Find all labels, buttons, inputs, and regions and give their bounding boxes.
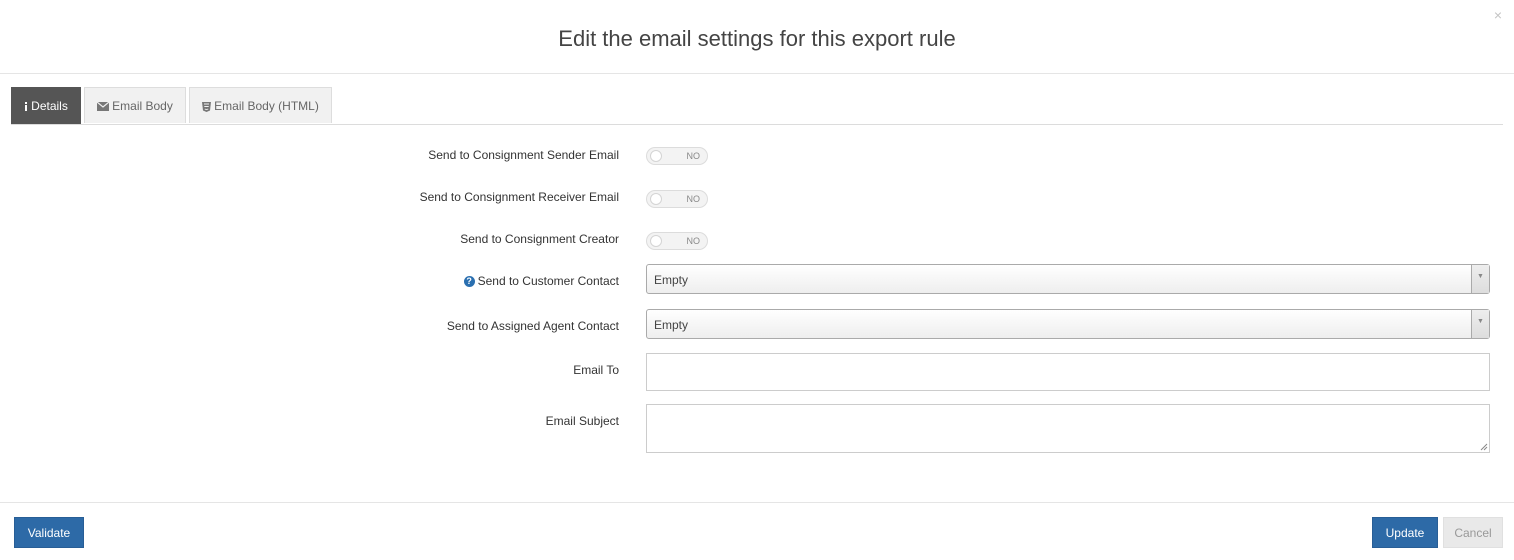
help-icon[interactable]: ? [463, 276, 475, 288]
tab-email-body-html-label: Email Body (HTML) [214, 99, 319, 113]
email-subject-label: Email Subject [545, 414, 619, 428]
envelope-icon [97, 102, 110, 112]
customer-contact-value: Empty [654, 273, 689, 287]
tab-email-body[interactable]: Email Body [84, 87, 186, 123]
html5-icon [202, 101, 212, 112]
toggle-state: NO [686, 194, 701, 204]
toggle-state: NO [686, 236, 701, 246]
customer-contact-label-wrap: ? Send to Customer Contact [463, 274, 619, 288]
dropdown-arrow-icon: ▼ [1471, 310, 1489, 338]
email-to-field[interactable] [646, 353, 1490, 391]
toggle-knob [650, 150, 662, 162]
agent-contact-select[interactable]: Empty ▼ [646, 309, 1490, 339]
sender-email-label: Send to Consignment Sender Email [428, 148, 619, 162]
sender-email-toggle[interactable]: NO [646, 147, 708, 165]
tab-details-label: Details [31, 99, 68, 113]
close-icon[interactable]: × [1494, 7, 1502, 23]
modal-header: Edit the email settings for this export … [0, 0, 1514, 74]
cancel-button[interactable]: Cancel [1443, 517, 1503, 548]
toggle-knob [650, 193, 662, 205]
customer-contact-label: Send to Customer Contact [477, 274, 619, 288]
receiver-email-label: Send to Consignment Receiver Email [419, 190, 619, 204]
email-to-label: Email To [573, 363, 619, 377]
tab-email-body-html[interactable]: Email Body (HTML) [189, 87, 332, 123]
tab-email-body-label: Email Body [112, 99, 173, 113]
tab-bar: Details Email Body Email Body (HTML) [11, 87, 1503, 125]
update-button[interactable]: Update [1372, 517, 1438, 548]
tab-details[interactable]: Details [11, 87, 81, 124]
customer-contact-select[interactable]: Empty ▼ [646, 264, 1490, 294]
agent-contact-label: Send to Assigned Agent Contact [446, 319, 619, 333]
validate-button[interactable]: Validate [14, 517, 84, 548]
info-icon [24, 102, 28, 112]
resize-handle-icon[interactable] [1480, 443, 1488, 451]
modal-footer [0, 502, 1514, 560]
email-subject-field[interactable] [646, 404, 1490, 453]
toggle-state: NO [686, 151, 701, 161]
agent-contact-value: Empty [654, 318, 689, 332]
receiver-email-toggle[interactable]: NO [646, 190, 708, 208]
modal-title: Edit the email settings for this export … [558, 26, 956, 51]
toggle-knob [650, 235, 662, 247]
dropdown-arrow-icon: ▼ [1471, 265, 1489, 293]
creator-label: Send to Consignment Creator [460, 232, 619, 246]
creator-toggle[interactable]: NO [646, 232, 708, 250]
